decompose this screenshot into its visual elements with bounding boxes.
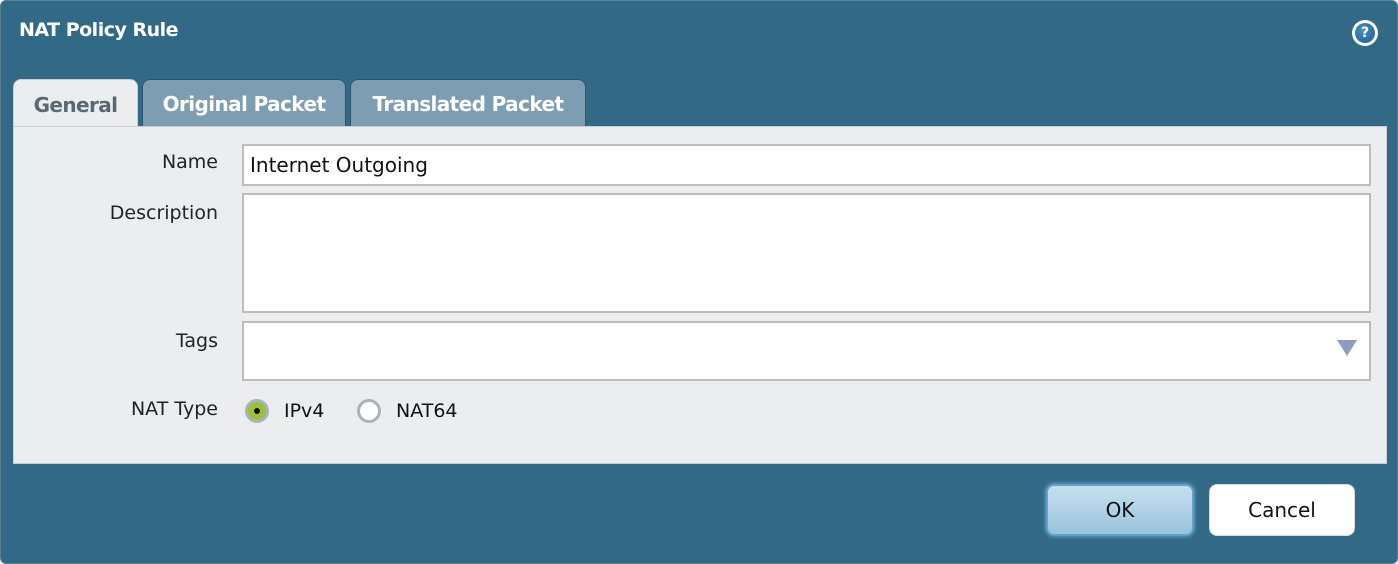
nat-type-label: NAT Type bbox=[130, 398, 218, 420]
dialog-title: NAT Policy Rule bbox=[19, 19, 179, 41]
tab-translated-packet[interactable]: Translated Packet bbox=[350, 79, 586, 127]
description-label: Description bbox=[109, 202, 218, 224]
nat-policy-rule-dialog: NAT Policy Rule ? General Original Packe… bbox=[0, 0, 1398, 564]
help-button[interactable]: ? bbox=[1352, 20, 1378, 46]
cancel-button[interactable]: Cancel bbox=[1209, 484, 1355, 536]
nat-type-ipv4-label[interactable]: IPv4 bbox=[284, 400, 324, 422]
nat-type-ipv4-radio[interactable] bbox=[245, 399, 269, 423]
tags-label: Tags bbox=[175, 330, 218, 352]
tab-original-packet[interactable]: Original Packet bbox=[142, 79, 346, 127]
name-label: Name bbox=[161, 151, 218, 173]
name-input[interactable]: Internet Outgoing bbox=[242, 144, 1371, 186]
dropdown-arrow-icon[interactable] bbox=[1337, 340, 1357, 356]
help-icon: ? bbox=[1355, 23, 1375, 43]
description-textarea[interactable] bbox=[242, 193, 1371, 313]
nat-type-nat64-label[interactable]: NAT64 bbox=[396, 400, 458, 422]
general-panel: Name Internet Outgoing Description Tags … bbox=[13, 126, 1387, 464]
ok-button[interactable]: OK bbox=[1046, 484, 1194, 536]
nat-type-nat64-radio[interactable] bbox=[357, 399, 381, 423]
tags-dropdown[interactable] bbox=[242, 321, 1371, 381]
tab-general[interactable]: General bbox=[13, 79, 138, 129]
